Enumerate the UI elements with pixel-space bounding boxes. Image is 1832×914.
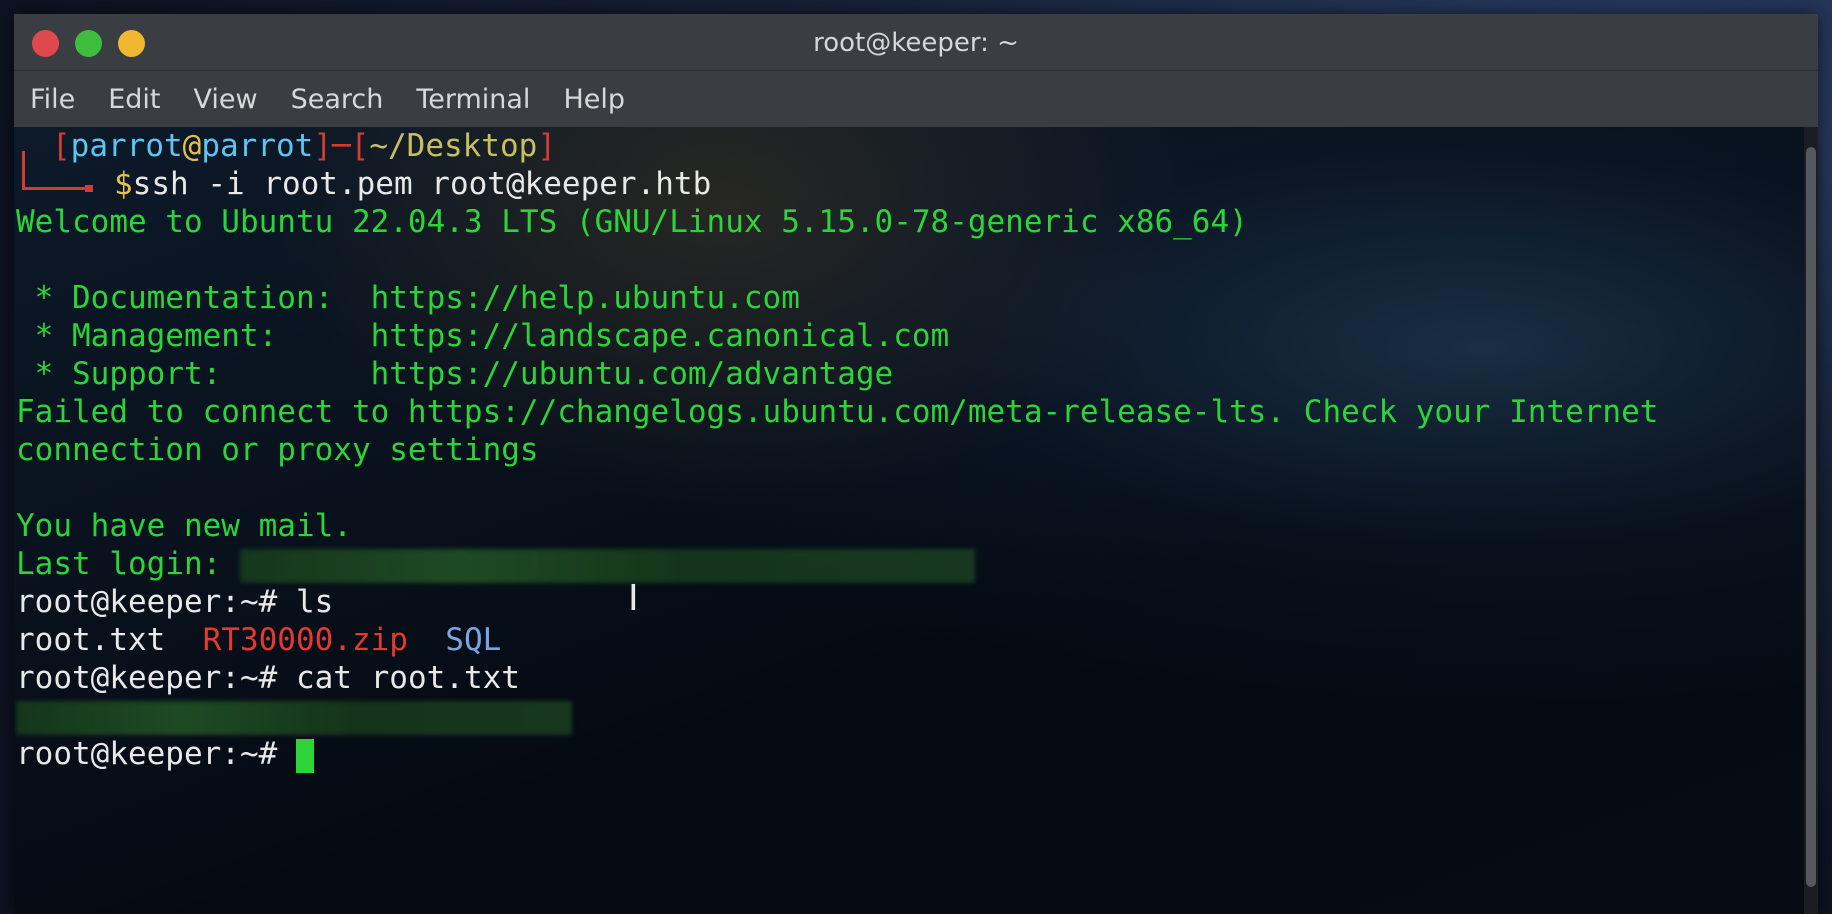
ls-output-line: root.txt RT30000.zip SQL: [16, 621, 501, 659]
redacted-last-login: [239, 548, 975, 583]
file-root-txt: root.txt: [16, 622, 166, 658]
title-bar: root@keeper: ~: [14, 14, 1818, 71]
last-login-line: Last login:: [16, 545, 975, 583]
new-mail-line: You have new mail.: [16, 508, 352, 544]
final-prompt-line: root@keeper:~#: [16, 735, 314, 773]
menu-bar: File Edit View Search Terminal Help: [14, 71, 1818, 128]
ls-command-line: root@keeper:~# ls: [16, 584, 334, 620]
cat-command-line: root@keeper:~# cat root.txt: [16, 660, 520, 696]
support-line: * Support: https://ubuntu.com/advantage: [16, 356, 894, 392]
file-rt30000-zip: RT30000.zip: [202, 622, 408, 658]
menu-help[interactable]: Help: [563, 84, 625, 115]
documentation-line: * Documentation: https://help.ubuntu.com: [16, 280, 800, 316]
menu-search[interactable]: Search: [291, 84, 384, 115]
ssh-command-line: $ssh -i root.pem root@keeper.htb: [114, 166, 712, 202]
menu-file[interactable]: File: [30, 84, 75, 115]
prompt-header: [parrot@parrot]─[~/Desktop]: [52, 128, 556, 164]
redacted-flag: [16, 700, 572, 735]
terminal-window: root@keeper: ~ File Edit View Search Ter…: [14, 14, 1818, 914]
failed-connect-line-1: Failed to connect to https://changelogs.…: [16, 394, 1659, 430]
failed-connect-line-2: connection or proxy settings: [16, 432, 539, 468]
text-cursor: [295, 738, 314, 773]
welcome-line: Welcome to Ubuntu 22.04.3 LTS (GNU/Linux…: [16, 204, 1248, 240]
menu-view[interactable]: View: [193, 84, 257, 115]
management-line: * Management: https://landscape.canonica…: [16, 318, 950, 354]
menu-terminal[interactable]: Terminal: [416, 84, 530, 115]
menu-edit[interactable]: Edit: [108, 84, 160, 115]
window-title: root@keeper: ~: [813, 28, 1019, 58]
terminal-output[interactable]: [parrot@parrot]─[~/Desktop] $ssh -i root…: [14, 127, 1804, 914]
mouse-ibeam-icon: I: [628, 578, 639, 619]
folder-sql: SQL: [445, 622, 502, 658]
vertical-scrollbar[interactable]: [1804, 127, 1818, 914]
cat-output-line: [16, 697, 572, 735]
scrollbar-thumb[interactable]: [1806, 147, 1816, 887]
